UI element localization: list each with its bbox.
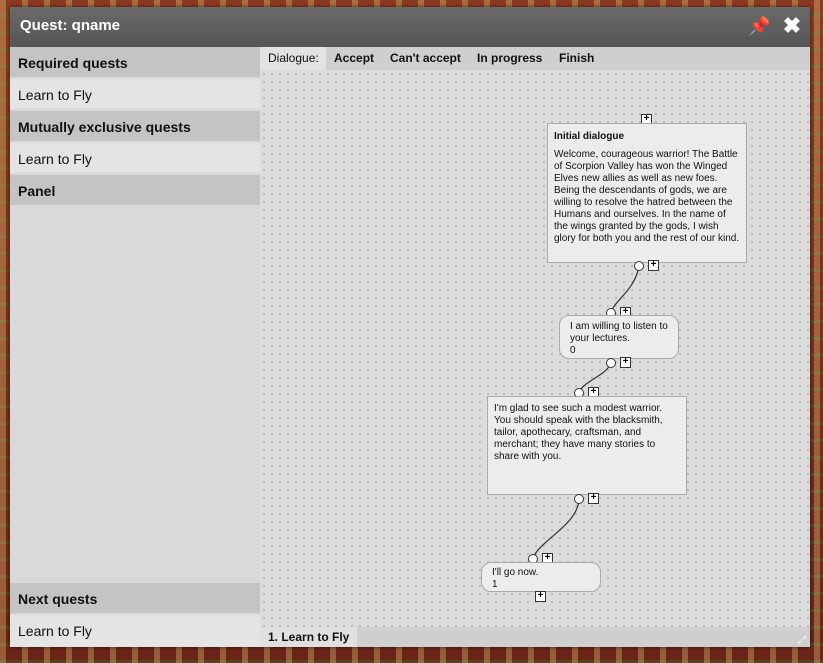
connector-dot[interactable]	[634, 261, 644, 271]
exclusive-quest-item[interactable]: Learn to Fly	[10, 143, 260, 173]
npc-dialogue-node[interactable]: I'm glad to see such a modest warrior. Y…	[487, 396, 687, 495]
plus-icon[interactable]: +	[535, 591, 546, 602]
resize-icon[interactable]: ⤢	[798, 635, 808, 646]
tab-accept[interactable]: Accept	[334, 47, 374, 70]
dialogue-label: Dialogue:	[260, 47, 326, 70]
bottom-tabs: 1. Learn to Fly ⤢	[260, 627, 810, 647]
exclusive-quests-header: Mutually exclusive quests	[10, 111, 260, 141]
plus-icon[interactable]: +	[648, 260, 659, 271]
answer-number: 1	[492, 579, 498, 590]
required-quests-header: Required quests	[10, 47, 260, 77]
dialogue-tabs: Dialogue: Accept Can't accept In progres…	[260, 47, 810, 70]
window-title: Quest: qname	[20, 17, 121, 34]
tab-cant-accept[interactable]: Can't accept	[390, 47, 461, 70]
title-bar[interactable]: Quest: qname 📌 ✖	[10, 7, 810, 47]
tab-in-progress[interactable]: In progress	[477, 47, 542, 70]
pin-icon[interactable]: 📌	[748, 15, 770, 37]
node-heading: Initial dialogue	[554, 131, 625, 142]
dialogue-canvas[interactable]: + Initial dialogue Welcome, courageous w…	[260, 70, 810, 627]
left-panel: Required quests Learn to Fly Mutually ex…	[10, 47, 260, 647]
panel-header: Panel	[10, 175, 260, 205]
close-icon[interactable]: ✖	[781, 15, 803, 37]
tab-learn-to-fly[interactable]: 1. Learn to Fly	[260, 627, 357, 647]
answer-text: I'll go now.	[492, 567, 539, 578]
required-quest-item[interactable]: Learn to Fly	[10, 79, 260, 109]
connector-dot[interactable]	[574, 494, 584, 504]
node-text: Welcome, courageous warrior! The Battle …	[554, 149, 740, 244]
dialogue-editor: Dialogue: Accept Can't accept In progres…	[260, 47, 810, 647]
answer-node[interactable]: I am willing to listen to your lectures.…	[559, 315, 679, 359]
initial-dialogue-node[interactable]: Initial dialogue Welcome, courageous war…	[547, 123, 747, 263]
next-quest-item[interactable]: Learn to Fly	[10, 615, 260, 647]
answer-text: I am willing to listen to your lectures.	[570, 321, 668, 344]
answer-node[interactable]: I'll go now. 1	[481, 562, 601, 592]
plus-icon[interactable]: +	[588, 493, 599, 504]
connector-dot[interactable]	[606, 358, 616, 368]
plus-icon[interactable]: +	[620, 357, 631, 368]
quest-window: Quest: qname 📌 ✖ Required quests Learn t…	[10, 7, 810, 647]
next-quests-header: Next quests	[10, 583, 260, 613]
answer-number: 0	[570, 345, 576, 356]
tab-finish[interactable]: Finish	[559, 47, 594, 70]
node-text: I'm glad to see such a modest warrior. Y…	[494, 403, 663, 462]
